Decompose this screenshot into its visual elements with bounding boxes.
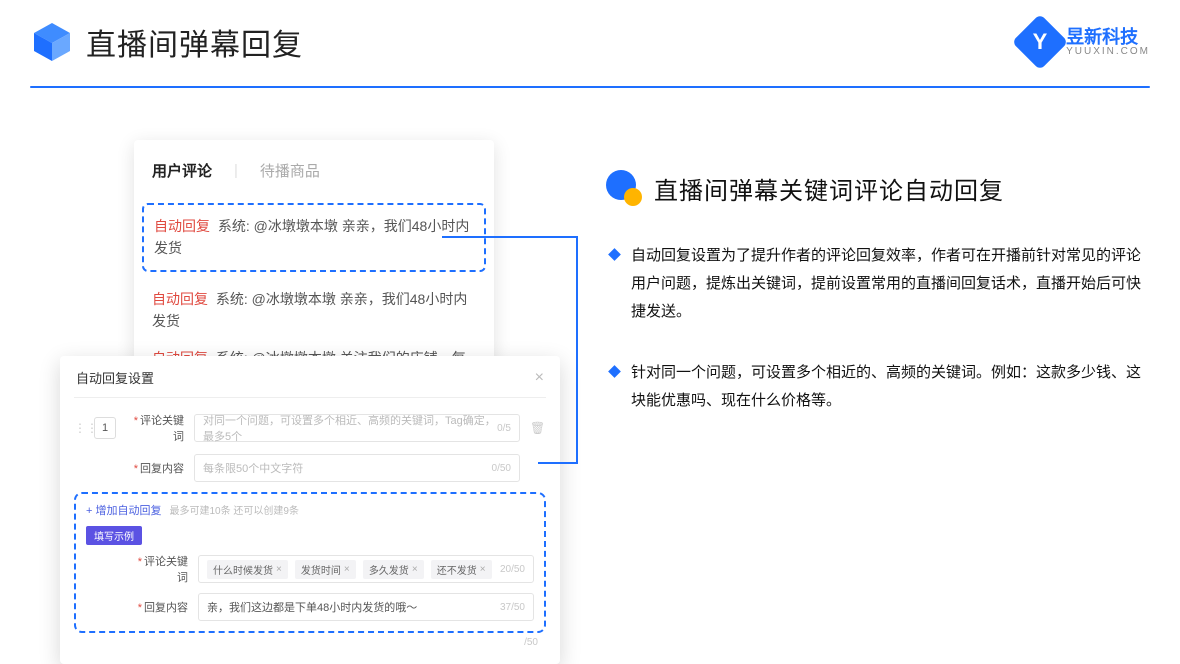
- settings-row-keyword: ⋮⋮ 1 *评论关键词 对同一个问题，可设置多个相近、高频的关键词，Tag确定，…: [74, 412, 546, 444]
- section-title: 直播间弹幕关键词评论自动回复: [654, 171, 1004, 206]
- example-badge: 填写示例: [86, 526, 142, 545]
- brand-logo: 昱新科技 YUUXIN.COM: [1020, 22, 1150, 62]
- brand-sub: YUUXIN.COM: [1066, 46, 1150, 57]
- tag-chip[interactable]: 还不发货×: [431, 560, 492, 579]
- connector-line: [576, 236, 578, 464]
- ex-reply-value: 亲，我们这边都是下单48小时内发货的哦～: [207, 599, 417, 615]
- settings-row-reply: ⋮⋮ *回复内容 每条限50个中文字符 0/50 🗑: [74, 454, 546, 482]
- example-row-reply: *回复内容 亲，我们这边都是下单48小时内发货的哦～ 37/50: [86, 593, 534, 621]
- cube-icon: [30, 20, 74, 64]
- system-label: 系统:: [218, 218, 250, 234]
- tab-separator: |: [234, 162, 238, 179]
- brand-name: 昱新科技: [1066, 28, 1150, 46]
- bullet-list: 自动回复设置为了提升作者的评论回复效率，作者可在开播前针对常见的评论用户问题，提…: [606, 242, 1146, 415]
- autoreply-tag: 自动回复: [152, 291, 208, 307]
- diamond-icon: [608, 248, 621, 261]
- bullet-text: 自动回复设置为了提升作者的评论回复效率，作者可在开播前针对常见的评论用户问题，提…: [631, 242, 1146, 325]
- row-label-reply: *回复内容: [126, 460, 184, 476]
- drag-handle-icon[interactable]: ⋮⋮: [74, 421, 84, 435]
- reply-input[interactable]: 每条限50个中文字符 0/50: [194, 454, 520, 482]
- add-autoreply-link[interactable]: + 增加自动回复: [86, 502, 161, 518]
- comment-line: 自动回复 系统: @冰墩墩本墩 亲亲，我们48小时内发货: [154, 215, 474, 260]
- page-header: 直播间弹幕回复 昱新科技 YUUXIN.COM: [30, 20, 1150, 64]
- ex-label-keyword: *评论关键词: [130, 553, 188, 585]
- header-left: 直播间弹幕回复: [30, 20, 303, 64]
- close-icon[interactable]: ×: [535, 369, 544, 387]
- chat-bubble-icon: [606, 170, 642, 206]
- section-heading: 直播间弹幕关键词评论自动回复: [606, 170, 1146, 206]
- reply-placeholder: 每条限50个中文字符: [203, 460, 303, 476]
- keyword-input[interactable]: 对同一个问题，可设置多个相近、高频的关键词，Tag确定，最多5个 0/5: [194, 414, 520, 442]
- settings-header: 自动回复设置 ×: [74, 368, 546, 398]
- ex-reply-input[interactable]: 亲，我们这边都是下单48小时内发货的哦～ 37/50: [198, 593, 534, 621]
- keyword-placeholder: 对同一个问题，可设置多个相近、高频的关键词，Tag确定，最多5个: [203, 412, 497, 444]
- row-label-keyword: *评论关键词: [126, 412, 184, 444]
- example-row-keyword: *评论关键词 什么时候发货× 发货时间× 多久发货× 还不发货× 20/50: [86, 553, 534, 585]
- settings-title: 自动回复设置: [76, 368, 154, 387]
- header-divider: [30, 86, 1150, 88]
- bullet-item: 针对同一个问题，可设置多个相近的、高频的关键词。例如：这款多少钱、这块能优惠吗、…: [610, 359, 1146, 415]
- system-label: 系统:: [216, 291, 248, 307]
- tabs: 用户评论 | 待播商品: [152, 160, 476, 181]
- ex-keyword-counter: 20/50: [500, 564, 525, 575]
- reply-counter: 0/50: [492, 463, 511, 474]
- add-hint: 最多可建10条 还可以创建9条: [169, 502, 298, 517]
- tag-chip[interactable]: 什么时候发货×: [207, 560, 288, 579]
- outer-counter: /50: [74, 633, 546, 648]
- page-title: 直播间弹幕回复: [86, 20, 303, 64]
- tag-chip[interactable]: 多久发货×: [363, 560, 424, 579]
- settings-card: 自动回复设置 × ⋮⋮ 1 *评论关键词 对同一个问题，可设置多个相近、高频的关…: [60, 356, 560, 664]
- add-line: + 增加自动回复 最多可建10条 还可以创建9条: [86, 502, 534, 518]
- index-box: 1: [94, 417, 116, 439]
- autoreply-tag: 自动回复: [154, 218, 210, 234]
- tag-chip[interactable]: 发货时间×: [295, 560, 356, 579]
- brand-mark-icon: [1012, 14, 1069, 71]
- tab-pending-products[interactable]: 待播商品: [260, 160, 320, 181]
- connector-line: [538, 462, 576, 464]
- example-highlight: + 增加自动回复 最多可建10条 还可以创建9条 填写示例 *评论关键词 什么时…: [74, 492, 546, 633]
- delete-icon[interactable]: 🗑: [530, 421, 546, 435]
- tab-user-comments[interactable]: 用户评论: [152, 160, 212, 181]
- screenshot-column: 用户评论 | 待播商品 自动回复 系统: @冰墩墩本墩 亲亲，我们48小时内发货…: [60, 140, 560, 630]
- description-column: 直播间弹幕关键词评论自动回复 自动回复设置为了提升作者的评论回复效率，作者可在开…: [606, 170, 1146, 449]
- ex-label-reply: *回复内容: [130, 599, 188, 615]
- bullet-text: 针对同一个问题，可设置多个相近的、高频的关键词。例如：这款多少钱、这块能优惠吗、…: [631, 359, 1146, 415]
- diamond-icon: [608, 365, 621, 378]
- ex-keyword-input[interactable]: 什么时候发货× 发货时间× 多久发货× 还不发货× 20/50: [198, 555, 534, 583]
- ex-keyword-tags: 什么时候发货× 发货时间× 多久发货× 还不发货×: [207, 560, 496, 579]
- connector-line: [442, 236, 576, 238]
- ex-reply-counter: 37/50: [500, 602, 525, 613]
- highlighted-comment: 自动回复 系统: @冰墩墩本墩 亲亲，我们48小时内发货: [142, 203, 486, 272]
- bullet-item: 自动回复设置为了提升作者的评论回复效率，作者可在开播前针对常见的评论用户问题，提…: [610, 242, 1146, 325]
- comment-line: 自动回复 系统: @冰墩墩本墩 亲亲，我们48小时内发货: [152, 288, 476, 333]
- keyword-counter: 0/5: [497, 423, 511, 434]
